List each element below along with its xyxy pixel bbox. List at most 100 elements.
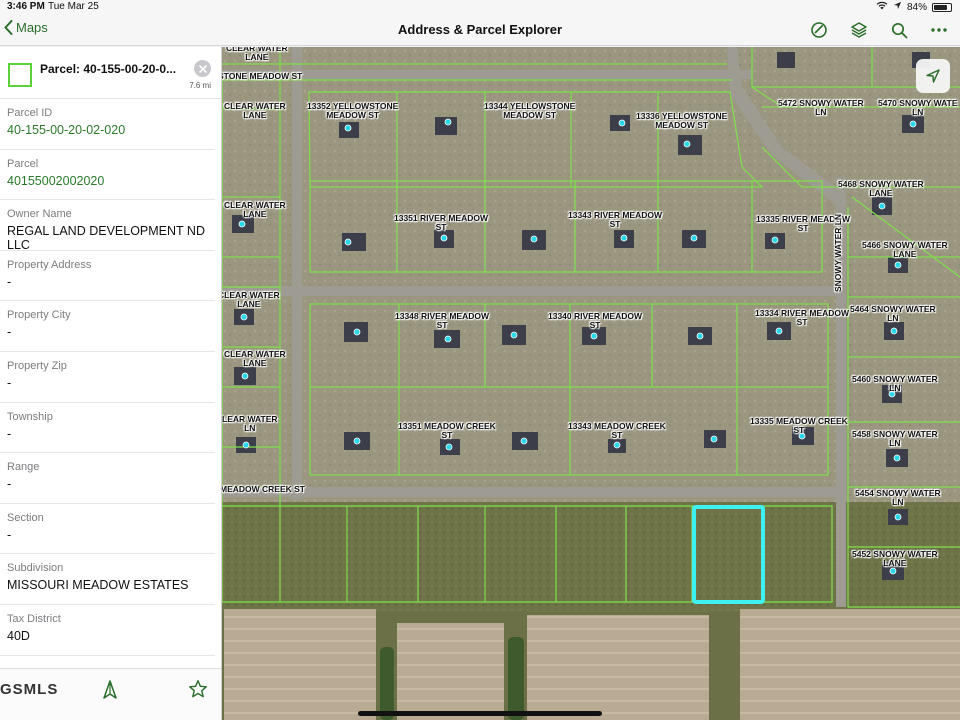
status-bar: 3:46 PM Tue Mar 25 84% bbox=[0, 0, 960, 14]
back-label: Maps bbox=[16, 20, 48, 35]
attribute-row: Tax District 40D bbox=[0, 605, 215, 656]
status-indicators: 84% bbox=[876, 1, 952, 13]
attribute-row: Property Zip - bbox=[0, 352, 215, 403]
battery-icon bbox=[932, 2, 952, 12]
street-address-label: CLEAR WATER LANE bbox=[224, 349, 286, 368]
aerial-map[interactable] bbox=[222, 47, 960, 720]
attribute-label: Tax District bbox=[7, 612, 61, 625]
attribute-label: Subdivision bbox=[7, 562, 64, 575]
attribute-value: - bbox=[7, 274, 12, 289]
attribute-value: - bbox=[7, 477, 12, 492]
gsmls-logo: GSMLS bbox=[0, 681, 59, 698]
status-time: 3:46 PM bbox=[7, 1, 45, 12]
attribute-row: Range - bbox=[0, 453, 215, 504]
layers-icon bbox=[851, 22, 867, 38]
search-button[interactable] bbox=[886, 18, 912, 42]
street-address-label: 13340 RIVER MEADOW ST bbox=[548, 311, 642, 330]
close-button[interactable] bbox=[194, 60, 211, 77]
street-address-label: MEADOW CREEK ST bbox=[222, 484, 305, 494]
measure-button[interactable] bbox=[806, 18, 832, 42]
attribute-value: 40D bbox=[7, 628, 30, 643]
street-address-label: CLEAR WATER LANE bbox=[224, 200, 286, 219]
attribute-value: - bbox=[7, 325, 12, 340]
street-address-label: CLEAR WATER LANE bbox=[222, 290, 280, 309]
more-button[interactable] bbox=[926, 18, 952, 42]
attribute-label: Range bbox=[7, 461, 40, 474]
navigation-bar: Maps Address & Parcel Explorer bbox=[0, 14, 960, 46]
street-address-label: 5452 SNOWY WATER LANE bbox=[852, 549, 938, 568]
measure-icon bbox=[811, 22, 827, 38]
back-button[interactable]: Maps bbox=[4, 20, 48, 35]
attribute-label: Parcel ID bbox=[7, 107, 53, 119]
attribute-row: Subdivision MISSOURI MEADOW ESTATES bbox=[0, 554, 215, 605]
attribute-value: - bbox=[7, 426, 12, 441]
location-arrow-icon bbox=[893, 1, 902, 13]
attribute-list: Parcel ID 40-155-00-20-02-020 Parcel 401550… bbox=[0, 99, 221, 656]
attribute-row[interactable]: Parcel ID 40-155-00-20-02-020 bbox=[0, 99, 215, 150]
attribute-value: MISSOURI MEADOW ESTATES bbox=[7, 578, 189, 593]
farm-field bbox=[527, 615, 709, 720]
map-view[interactable]: CLEAR WATER LANE STONE MEADOW ST CLEAR WAT… bbox=[222, 47, 960, 720]
attribute-label: Township bbox=[7, 410, 53, 423]
street-address-label: 5454 SNOWY WATER LN bbox=[855, 488, 941, 507]
farm-field bbox=[224, 609, 376, 720]
parcel-distance: 7.6 mi bbox=[189, 81, 211, 90]
battery-percent: 84% bbox=[906, 1, 927, 13]
parcel-header: Parcel: 40-155-00-20-0... 7.6 mi bbox=[0, 47, 221, 99]
status-date: Tue Mar 25 bbox=[48, 1, 99, 12]
parcel-title: Parcel: 40-155-00-20-0... bbox=[40, 62, 177, 76]
favorite-button[interactable] bbox=[188, 679, 208, 704]
attribute-label: Parcel bbox=[7, 157, 39, 170]
attribute-label: Owner Name bbox=[7, 208, 72, 221]
street-address-label: 13334 RIVER MEADOW ST bbox=[755, 308, 849, 327]
parcel-details-panel: Parcel: 40-155-00-20-0... 7.6 mi Parcel … bbox=[0, 47, 222, 720]
street-address-label: 5468 SNOWY WATER LANE bbox=[838, 179, 924, 198]
attribute-value: - bbox=[7, 527, 12, 542]
street-address-label: CLEAR WATER LANE bbox=[226, 47, 288, 62]
street-address-label: 13336 YELLOWSTONE MEADOW ST bbox=[636, 111, 728, 130]
attribute-value: - bbox=[7, 375, 12, 390]
attribute-label: Property Zip bbox=[7, 359, 67, 372]
nav-actions bbox=[806, 18, 952, 42]
street-address-label: 5466 SNOWY WATER LANE bbox=[862, 240, 948, 259]
home-indicator[interactable] bbox=[358, 711, 602, 716]
battery-level bbox=[934, 4, 948, 10]
locate-button[interactable] bbox=[916, 59, 950, 93]
street-address-label: 13352 YELLOWSTONE MEADOW ST bbox=[307, 101, 399, 120]
attribute-row: Property City - bbox=[0, 301, 215, 352]
layers-button[interactable] bbox=[846, 18, 872, 42]
wifi-icon bbox=[876, 1, 888, 13]
attribute-label: Property Address bbox=[7, 258, 92, 271]
chevron-left-icon bbox=[4, 20, 13, 35]
compass-icon bbox=[103, 680, 117, 699]
street-address-label: 13351 MEADOW CREEK ST bbox=[398, 421, 496, 440]
attribute-value: REGAL LAND DEVELOPMENT ND LLC bbox=[7, 224, 205, 253]
street-address-label: 5470 SNOWY WATE LN bbox=[878, 98, 958, 117]
street-address-label: 5458 SNOWY WATER LN bbox=[852, 429, 938, 448]
attribute-row: Property Address - bbox=[0, 251, 215, 302]
street-address-label: STONE MEADOW ST bbox=[222, 71, 303, 81]
street-address-label: 13335 MEADOW CREEK ST bbox=[750, 416, 848, 435]
attribute-value[interactable]: 40155002002020 bbox=[7, 174, 215, 188]
attribute-label: Property City bbox=[7, 309, 71, 322]
attribute-row: Township - bbox=[0, 403, 215, 454]
street-address-label: 13348 RIVER MEADOW ST bbox=[395, 311, 489, 330]
attribute-row: Owner Name REGAL LAND DEVELOPMENT ND LLC bbox=[0, 200, 215, 253]
attribute-label: Section bbox=[7, 511, 44, 524]
street-address-label: 13343 MEADOW CREEK ST bbox=[568, 421, 666, 440]
search-icon bbox=[891, 22, 907, 38]
street-address-label: 5472 SNOWY WATER LN bbox=[778, 98, 864, 117]
street-address-label: 13343 RIVER MEADOW ST bbox=[568, 210, 662, 229]
close-icon bbox=[198, 64, 207, 73]
farm-field bbox=[397, 623, 504, 720]
farm-field bbox=[740, 609, 960, 720]
street-address-label: 13344 YELLOWSTONE MEADOW ST bbox=[484, 101, 576, 120]
more-icon bbox=[931, 28, 947, 32]
star-icon bbox=[189, 680, 207, 698]
attribute-row: Section - bbox=[0, 504, 215, 555]
compass-button[interactable] bbox=[100, 679, 120, 706]
street-address-label: 13351 RIVER MEADOW ST bbox=[394, 213, 488, 232]
attribute-row[interactable]: Parcel 40155002002020 bbox=[0, 150, 215, 201]
attribute-value[interactable]: 40-155-00-20-02-020 bbox=[7, 123, 215, 137]
green-field bbox=[222, 502, 960, 612]
